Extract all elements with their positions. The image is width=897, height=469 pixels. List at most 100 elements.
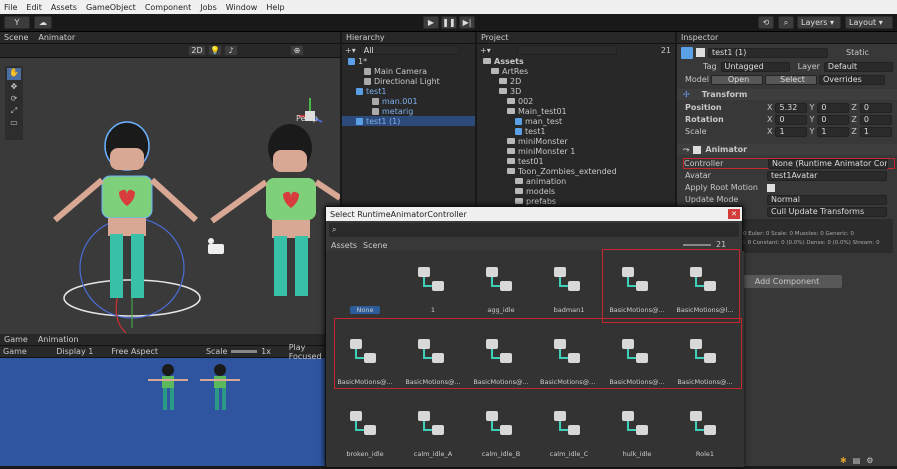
play-icon[interactable]: ▶ bbox=[423, 16, 439, 29]
debug-icon[interactable]: ✱ bbox=[840, 456, 847, 465]
transform-scale-field[interactable]: 1 bbox=[817, 126, 850, 137]
hierarchy-title[interactable]: Hierarchy bbox=[346, 33, 385, 42]
tag-dropdown[interactable]: Untagged bbox=[720, 61, 790, 72]
hierarchy-item[interactable]: Main Camera bbox=[342, 66, 475, 76]
controller-item[interactable]: calm_idle_B bbox=[472, 397, 530, 469]
controller-item[interactable]: 1 bbox=[404, 253, 462, 325]
controller-item[interactable]: agg_idle bbox=[472, 253, 530, 325]
project-item[interactable]: Main_test01 bbox=[477, 106, 675, 116]
audio-icon[interactable]: ♪ bbox=[224, 45, 238, 56]
hierarchy-item[interactable]: Directional Light bbox=[342, 76, 475, 86]
hierarchy-search-input[interactable]: All bbox=[359, 45, 460, 55]
menu-assets[interactable]: Assets bbox=[51, 3, 77, 12]
dialog-search-input[interactable]: ⌕ bbox=[329, 223, 739, 237]
project-item[interactable]: miniMonster 1 bbox=[477, 146, 675, 156]
layout-dropdown[interactable]: Layout ▾ bbox=[845, 16, 893, 29]
controller-field[interactable]: None (Runtime Animator Controller) bbox=[768, 158, 888, 169]
hierarchy-item[interactable]: test1 bbox=[342, 86, 475, 96]
project-item[interactable]: 2D bbox=[477, 76, 675, 86]
controller-item[interactable]: badman1 bbox=[540, 253, 598, 325]
dialog-tab-scene[interactable]: Scene bbox=[363, 241, 387, 250]
project-item[interactable]: miniMonster bbox=[477, 136, 675, 146]
light-icon[interactable]: 💡 bbox=[208, 45, 222, 56]
hierarchy-item[interactable]: 1* bbox=[342, 56, 475, 66]
project-item[interactable]: models bbox=[477, 186, 675, 196]
menu-file[interactable]: File bbox=[4, 3, 17, 12]
transform-header[interactable]: ✢ Transform bbox=[677, 89, 897, 100]
project-item[interactable]: animation bbox=[477, 176, 675, 186]
gizmo-icon[interactable]: ⊕ bbox=[290, 45, 304, 56]
scene-viewport[interactable] bbox=[0, 58, 340, 334]
project-title[interactable]: Project bbox=[481, 33, 508, 42]
search-icon[interactable]: ⌕ bbox=[778, 16, 794, 29]
menu-edit[interactable]: Edit bbox=[26, 3, 42, 12]
tab-animation[interactable]: Animation bbox=[38, 335, 79, 344]
project-item[interactable]: prefabs bbox=[477, 196, 675, 206]
root-motion-checkbox[interactable] bbox=[767, 183, 775, 192]
aspect-dropdown[interactable]: Free Aspect bbox=[111, 347, 206, 356]
transform-scale-field[interactable]: 1 bbox=[859, 126, 892, 137]
menu-window[interactable]: Window bbox=[226, 3, 258, 12]
step-icon[interactable]: ▶| bbox=[459, 16, 475, 29]
transform-position-field[interactable]: 0 bbox=[859, 102, 892, 113]
layer-dropdown[interactable]: Default bbox=[823, 61, 893, 72]
controller-item[interactable]: calm_idle_C bbox=[540, 397, 598, 469]
transform-rotation-field[interactable]: 0 bbox=[775, 114, 808, 125]
transform-position-field[interactable]: 5.32 bbox=[775, 102, 808, 113]
overrides-dropdown[interactable]: Overrides bbox=[819, 74, 885, 85]
scale-slider[interactable] bbox=[231, 350, 258, 353]
object-name-field[interactable]: test1 (1) bbox=[708, 47, 828, 58]
project-item[interactable]: Toon_Zombies_extended bbox=[477, 166, 675, 176]
controller-item[interactable]: None bbox=[336, 253, 394, 325]
add-icon[interactable]: +▾ bbox=[345, 46, 356, 55]
project-item[interactable]: test01 bbox=[477, 156, 675, 166]
tab-game[interactable]: Game bbox=[4, 335, 28, 344]
transform-position-field[interactable]: 0 bbox=[817, 102, 850, 113]
controller-item[interactable]: Role1 bbox=[676, 397, 734, 469]
open-button[interactable]: Open bbox=[711, 74, 763, 85]
transform-rotation-field[interactable]: 0 bbox=[817, 114, 850, 125]
dialog-tab-assets[interactable]: Assets bbox=[331, 241, 357, 250]
close-icon[interactable]: ✕ bbox=[728, 209, 740, 219]
game-mode-dropdown[interactable]: Game bbox=[3, 347, 56, 356]
hierarchy-item[interactable]: man.001 bbox=[342, 96, 475, 106]
transform-rotation-field[interactable]: 0 bbox=[859, 114, 892, 125]
culling-mode-dropdown[interactable]: Cull Update Transforms bbox=[767, 206, 887, 217]
project-item[interactable]: 002 bbox=[477, 96, 675, 106]
project-item[interactable]: Assets bbox=[477, 56, 675, 66]
transform-scale-field[interactable]: 1 bbox=[775, 126, 808, 137]
project-item[interactable]: ArtRes bbox=[477, 66, 675, 76]
static-label[interactable]: Static bbox=[846, 48, 869, 57]
menu-help[interactable]: Help bbox=[266, 3, 284, 12]
controller-item[interactable]: hulk_idle bbox=[608, 397, 666, 469]
zoom-slider[interactable] bbox=[683, 244, 711, 246]
menu-gameobject[interactable]: GameObject bbox=[86, 3, 136, 12]
add-component-button[interactable]: Add Component bbox=[732, 275, 842, 288]
cloud-icon[interactable]: ☁ bbox=[34, 16, 52, 29]
hierarchy-item[interactable]: metarig bbox=[342, 106, 475, 116]
controller-item[interactable]: broken_idle bbox=[336, 397, 394, 469]
avatar-field[interactable]: test1Avatar bbox=[767, 170, 887, 181]
update-mode-dropdown[interactable]: Normal bbox=[767, 194, 887, 205]
hierarchy-item[interactable]: test1 (1) bbox=[342, 116, 475, 126]
display-dropdown[interactable]: Display 1 bbox=[56, 347, 111, 356]
layers-dropdown[interactable]: Layers ▾ bbox=[797, 16, 841, 29]
settings-icon[interactable]: ⚙ bbox=[866, 456, 873, 465]
select-button[interactable]: Select bbox=[765, 74, 817, 85]
active-checkbox[interactable] bbox=[696, 48, 705, 57]
tab-animator[interactable]: Animator bbox=[38, 33, 75, 42]
tab-scene[interactable]: Scene bbox=[4, 33, 28, 42]
project-add-icon[interactable]: +▾ bbox=[480, 46, 491, 55]
menu-jobs[interactable]: Jobs bbox=[200, 3, 217, 12]
inspector-title[interactable]: Inspector bbox=[681, 33, 718, 42]
project-search-input[interactable] bbox=[517, 45, 617, 55]
mode-2d-button[interactable]: 2D bbox=[188, 45, 206, 56]
animator-enabled-checkbox[interactable] bbox=[693, 145, 702, 154]
project-item[interactable]: test1 bbox=[477, 126, 675, 136]
pause-icon[interactable]: ❚❚ bbox=[441, 16, 457, 29]
project-item[interactable]: man_test bbox=[477, 116, 675, 126]
history-icon[interactable]: ⟲ bbox=[758, 16, 774, 29]
project-item[interactable]: 3D bbox=[477, 86, 675, 96]
account-button[interactable]: Y bbox=[4, 16, 30, 29]
menu-component[interactable]: Component bbox=[145, 3, 191, 12]
